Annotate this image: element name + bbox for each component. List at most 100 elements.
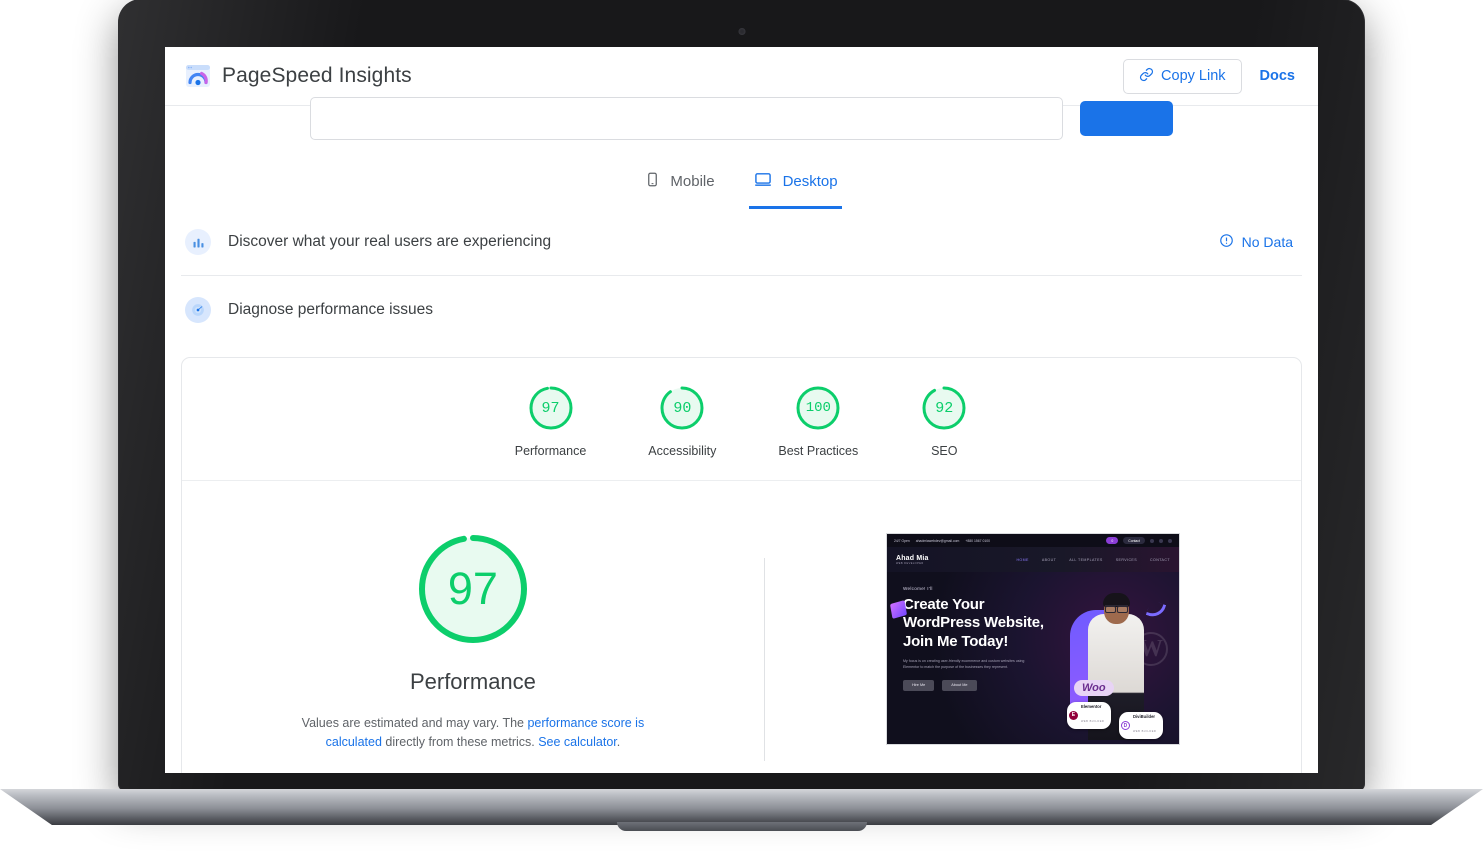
discover-title: Discover what your real users are experi… (228, 233, 552, 250)
gauge-ring-best-practices: 100 (794, 384, 842, 432)
mobile-phone-icon (645, 170, 660, 193)
device-tabs: Mobile Desktop (181, 170, 1302, 209)
url-analyze-row (181, 97, 1302, 140)
tab-mobile-label: Mobile (670, 173, 715, 190)
lighthouse-icon (185, 296, 211, 323)
gauge-best-practices[interactable]: 100 Best Practices (778, 384, 858, 458)
divi-badge-title: DiviBuilder (1132, 714, 1156, 719)
divi-badge: D DiviBuilder WEB BUILDER (1118, 712, 1164, 740)
discover-section-row: Discover what your real users are experi… (181, 209, 1302, 276)
thumb-topbar-phone: +880 1567 0100 (965, 538, 990, 543)
thumb-about-me-button: About Me (942, 679, 977, 691)
link-icon (1139, 67, 1154, 86)
laptop-frame: PageSpeed Insights Copy Link Docs Mobile… (119, 0, 1364, 815)
gauge-performance[interactable]: 97 Performance (514, 384, 587, 458)
thumb-contact-button: Contact (1123, 537, 1145, 544)
copy-link-label: Copy Link (1161, 68, 1226, 84)
diagnose-section-row: Diagnose performance issues (181, 276, 1302, 343)
docs-link[interactable]: Docs (1260, 68, 1295, 84)
thumb-hire-me-button: Hire Me (902, 679, 935, 691)
thumb-topbar-hours: 24/7 Open (893, 538, 910, 543)
brand: PageSpeed Insights (185, 63, 412, 89)
url-input[interactable] (310, 97, 1063, 140)
thumb-topbar-email: ahadmiawebdev@gmail.com (915, 538, 960, 543)
header-actions: Copy Link Docs (1123, 58, 1295, 94)
gauge-label-accessibility: Accessibility (648, 444, 717, 458)
divi-icon: D (1120, 721, 1130, 731)
thumb-logo-name: Ahad Mia (895, 554, 929, 562)
divi-badge-sub: WEB BUILDER (1132, 730, 1157, 734)
gauge-label-seo: SEO (931, 444, 958, 458)
performance-big-gauge: 97 (417, 533, 529, 645)
see-calculator-link[interactable]: See calculator (538, 735, 617, 749)
performance-big-label: Performance (409, 669, 536, 694)
gauge-value-seo: 92 (935, 399, 954, 417)
elementor-badge-sub: WEB BUILDER (1080, 720, 1105, 724)
thumb-nav-item-home: HOME (1016, 557, 1029, 562)
copy-link-button[interactable]: Copy Link (1123, 58, 1242, 94)
tab-desktop[interactable]: Desktop (748, 170, 842, 209)
woocommerce-badge: Woo (1073, 680, 1114, 696)
gauge-value-performance: 97 (541, 399, 560, 417)
gauge-ring-seo: 92 (920, 384, 968, 432)
app-title: PageSpeed Insights (222, 64, 412, 87)
screenshot-preview-area: 24/7 Open ahadmiawebdev@gmail.com +880 1… (765, 533, 1301, 745)
info-circle-icon (1219, 233, 1234, 251)
no-data-label: No Data (1241, 234, 1293, 250)
performance-big-value: 97 (447, 563, 498, 614)
thumb-site-logo: Ahad Mia WEB DEVELOPER (896, 555, 929, 565)
gauge-ring-performance: 97 (527, 384, 575, 432)
tab-mobile[interactable]: Mobile (641, 170, 718, 209)
thumb-headline: Create Your WordPress Website, Join Me T… (902, 596, 1044, 650)
tab-desktop-label: Desktop (782, 173, 838, 190)
gauge-accessibility[interactable]: 90 Accessibility (648, 384, 716, 458)
elementor-badge: E Elementor WEB BUILDER (1066, 702, 1112, 730)
field-data-chart-icon (185, 229, 211, 255)
analyze-button[interactable] (1080, 101, 1173, 136)
gauge-label-best-practices: Best Practices (778, 444, 859, 458)
thumb-social-icon-3 (1167, 538, 1172, 543)
thumb-social-icon-1 (1149, 538, 1154, 543)
page-body: Mobile Desktop Discover what your real u… (165, 97, 1318, 773)
pagespeed-logo-icon (185, 63, 211, 89)
elementor-badge-title: Elementor (1080, 704, 1102, 709)
thumb-nav-item-about: ABOUT (1041, 557, 1057, 562)
gauge-seo[interactable]: 92 SEO (920, 384, 968, 458)
performance-summary: 97 Performance Values are estimated and … (182, 533, 764, 773)
thumb-navbar: Ahad Mia WEB DEVELOPER HOME ABOUT ALL TE… (886, 547, 1179, 572)
desktop-monitor-icon (753, 171, 773, 192)
gauge-ring-accessibility: 90 (658, 384, 706, 432)
discover-status: No Data (1219, 233, 1293, 251)
note-text-1: Values are estimated and may vary. The (301, 716, 528, 730)
thumb-social-icon-2 (1158, 538, 1163, 543)
laptop-base (0, 789, 1483, 825)
lighthouse-score-card: 97 Performance 90 Accessibility 100 Best… (181, 357, 1302, 773)
thumb-person-photo: W Woo E Elementor WEB BUILDER D DiviBuil… (1064, 584, 1172, 744)
glasses-icon (1104, 605, 1128, 613)
elementor-icon: E (1068, 711, 1078, 721)
laptop-camera-icon (738, 28, 745, 35)
thumb-nav-item-contact: CONTACT (1150, 557, 1170, 562)
thumb-paragraph: My focus is on creating user-friendly ec… (902, 658, 1025, 669)
gauge-value-accessibility: 90 (673, 399, 692, 417)
thumb-topbar-right: 0 Contact (1106, 537, 1172, 544)
performance-detail: 97 Performance Values are estimated and … (182, 481, 1301, 773)
gauge-label-performance: Performance (514, 444, 587, 458)
note-text-3: . (616, 735, 621, 750)
thumb-cart-badge: 0 (1106, 537, 1119, 544)
note-text-2: directly from these metrics. (381, 735, 539, 750)
diagnose-title: Diagnose performance issues (228, 300, 434, 318)
laptop-base-notch (617, 822, 867, 831)
score-gauges: 97 Performance 90 Accessibility 100 Best… (182, 358, 1301, 481)
swoosh-icon (1145, 599, 1167, 621)
laptop-screen: PageSpeed Insights Copy Link Docs Mobile… (165, 47, 1318, 773)
page-screenshot-thumbnail: 24/7 Open ahadmiawebdev@gmail.com +880 1… (885, 533, 1180, 745)
gauge-value-best-practices: 100 (805, 400, 831, 416)
thumb-topbar: 24/7 Open ahadmiawebdev@gmail.com +880 1… (886, 534, 1179, 547)
thumb-nav-item-services: SERVICES (1115, 557, 1138, 562)
thumb-logo-tagline: WEB DEVELOPER (895, 561, 924, 565)
thumb-hero: Welcome! I'll Create Your WordPress Webs… (886, 572, 1179, 744)
thumb-nav-menu: HOME ABOUT ALL TEMPLATES SERVICES CONTAC… (1016, 558, 1170, 562)
thumb-nav-item-templates: ALL TEMPLATES (1069, 557, 1103, 562)
performance-note: Values are estimated and may vary. The p… (293, 714, 653, 753)
